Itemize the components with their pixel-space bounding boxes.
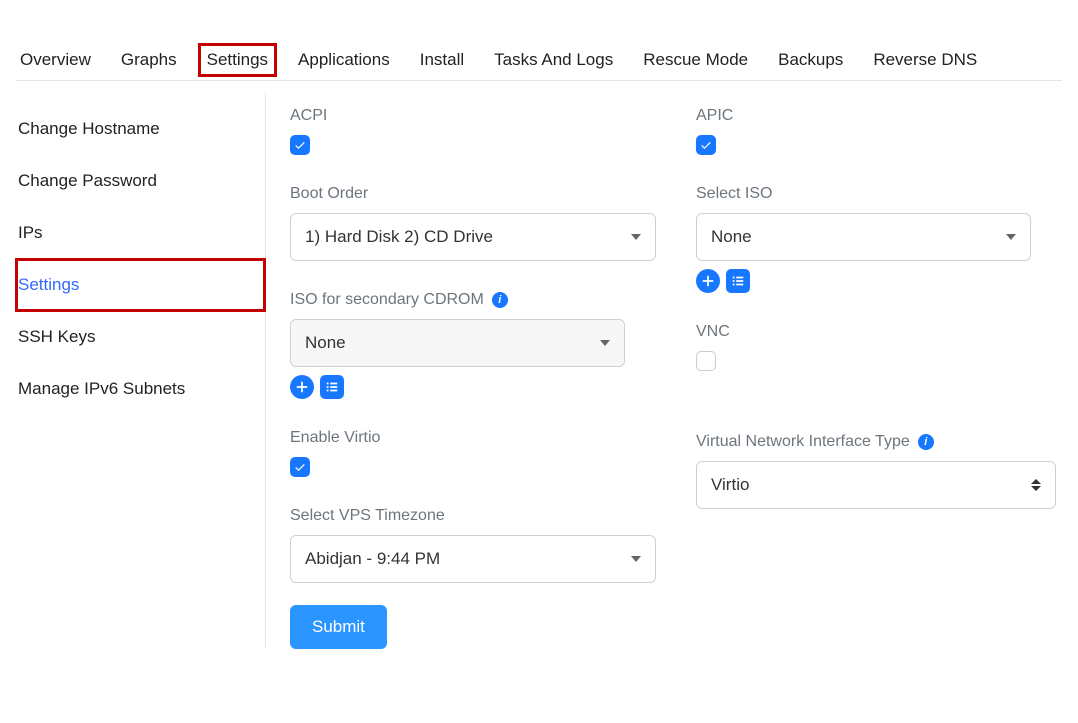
list-iso-secondary-button[interactable] [320,375,344,399]
label-select-iso: Select ISO [696,185,1062,203]
list-icon [731,274,745,288]
tab-rescue-mode[interactable]: Rescue Mode [639,48,752,72]
label-iso-secondary: ISO for secondary CDROM i [290,291,656,309]
add-iso-button[interactable] [696,269,720,293]
sidebar-ips[interactable]: IPs [16,207,265,259]
sidebar-change-password[interactable]: Change Password [16,155,265,207]
check-icon [294,461,306,473]
submit-button[interactable]: Submit [290,605,387,649]
sidebar-manage-ipv6[interactable]: Manage IPv6 Subnets [16,363,265,415]
chevron-down-icon [631,556,641,562]
check-icon [700,139,712,151]
label-vnif-type: Virtual Network Interface Type i [696,433,1062,451]
settings-form: ACPI Boot Order 1) Hard Disk 2) CD Drive… [266,93,1062,649]
tab-tasks-logs[interactable]: Tasks And Logs [490,48,617,72]
label-vnif-type-text: Virtual Network Interface Type [696,433,910,451]
info-icon[interactable]: i [492,292,508,308]
sidebar-change-hostname[interactable]: Change Hostname [16,103,265,155]
tab-install[interactable]: Install [416,48,468,72]
select-vnif-type[interactable]: Virtio [696,461,1056,509]
form-col-right: APIC Select ISO None VNC [696,93,1062,649]
sort-icon [1031,479,1041,491]
tab-overview[interactable]: Overview [16,48,95,72]
select-timezone-value: Abidjan - 9:44 PM [305,549,440,569]
select-iso-value: None [711,227,752,247]
select-iso-secondary[interactable]: None [290,319,625,367]
plus-icon [701,274,715,288]
select-boot-order[interactable]: 1) Hard Disk 2) CD Drive [290,213,656,261]
select-iso-secondary-value: None [305,333,346,353]
checkbox-apic[interactable] [696,135,716,155]
plus-icon [295,380,309,394]
sidebar-settings[interactable]: Settings [16,259,265,311]
select-vnif-type-value: Virtio [711,475,749,495]
label-timezone: Select VPS Timezone [290,507,656,525]
sidebar-ssh-keys[interactable]: SSH Keys [16,311,265,363]
form-col-left: ACPI Boot Order 1) Hard Disk 2) CD Drive… [290,93,656,649]
list-iso-button[interactable] [726,269,750,293]
add-iso-secondary-button[interactable] [290,375,314,399]
info-icon[interactable]: i [918,434,934,450]
check-icon [294,139,306,151]
label-enable-virtio: Enable Virtio [290,429,656,447]
checkbox-acpi[interactable] [290,135,310,155]
chevron-down-icon [600,340,610,346]
settings-sidebar: Change Hostname Change Password IPs Sett… [16,93,266,649]
label-iso-secondary-text: ISO for secondary CDROM [290,291,484,309]
chevron-down-icon [1006,234,1016,240]
label-acpi: ACPI [290,107,656,125]
list-icon [325,380,339,394]
checkbox-enable-virtio[interactable] [290,457,310,477]
tab-settings[interactable]: Settings [203,48,272,72]
select-iso[interactable]: None [696,213,1031,261]
label-vnc: VNC [696,323,1062,341]
tab-graphs[interactable]: Graphs [117,48,181,72]
tab-reverse-dns[interactable]: Reverse DNS [869,48,981,72]
top-tabs: Overview Graphs Settings Applications In… [16,30,1062,81]
tab-applications[interactable]: Applications [294,48,394,72]
checkbox-vnc[interactable] [696,351,716,371]
select-boot-order-value: 1) Hard Disk 2) CD Drive [305,227,493,247]
label-boot-order: Boot Order [290,185,656,203]
label-apic: APIC [696,107,1062,125]
chevron-down-icon [631,234,641,240]
select-timezone[interactable]: Abidjan - 9:44 PM [290,535,656,583]
tab-backups[interactable]: Backups [774,48,847,72]
